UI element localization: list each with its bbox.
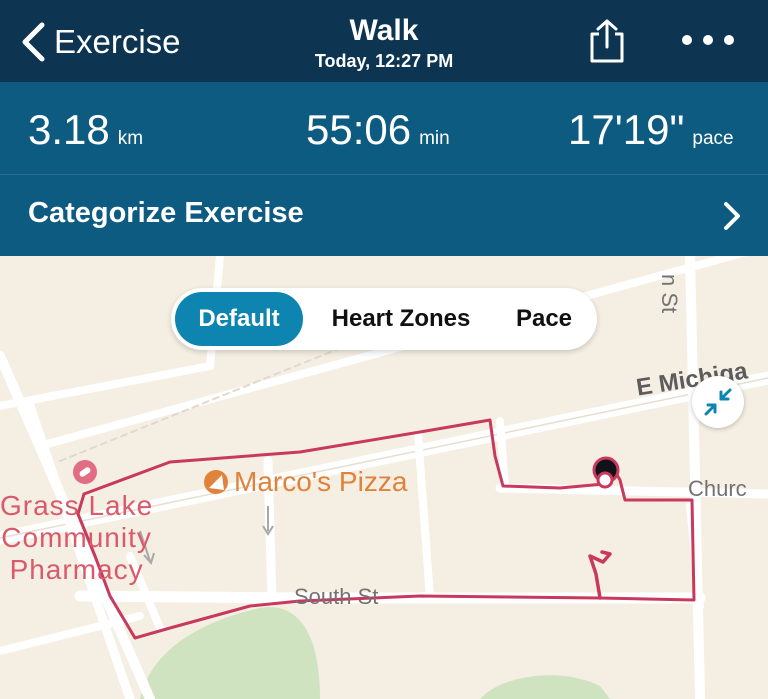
page-subtitle: Today, 12:27 PM: [314, 51, 454, 71]
collapse-arrows-icon: [704, 388, 732, 416]
distance-value: 3.18: [28, 106, 110, 153]
pace-unit: pace: [692, 128, 734, 149]
page-title: Walk: [349, 14, 419, 47]
pharmacy-label: Grass Lake Community Pharmacy: [0, 490, 153, 586]
share-icon[interactable]: [586, 18, 628, 64]
dot-2: [703, 35, 713, 45]
categorize-exercise-label: Categorize Exercise: [28, 197, 304, 229]
categorize-exercise-row[interactable]: Categorize Exercise: [0, 175, 768, 256]
pizza-pin-icon: [204, 470, 228, 494]
pizza-label: Marco's Pizza: [234, 466, 408, 497]
pace-value: 17'19": [568, 106, 685, 153]
pharmacy-pin-icon: [73, 460, 97, 484]
tab-pace[interactable]: Pace: [497, 292, 591, 346]
route-map[interactable]: Grass Lake Community Pharmacy Marco's Pi…: [0, 256, 768, 699]
tab-default[interactable]: Default: [175, 292, 303, 346]
distance-stat: 3.18 km: [28, 106, 143, 154]
south-st-label: South St: [294, 584, 379, 609]
distance-unit: km: [117, 128, 144, 149]
collapse-map-button[interactable]: [692, 376, 744, 428]
map-mode-segmented-control: Default Heart Zones Pace: [171, 288, 597, 350]
route-start-marker: [596, 471, 614, 489]
stats-panel: 3.18 km 55:06 min 17'19" pace Categorize…: [0, 82, 768, 256]
church-label: Churc: [688, 476, 747, 501]
pharmacy-line-1: Grass Lake: [0, 490, 154, 521]
dot-3: [724, 35, 734, 45]
duration-value: 55:06: [306, 106, 412, 153]
n-st-label: n St: [657, 274, 682, 314]
duration-unit: min: [419, 128, 450, 149]
tab-heart-zones[interactable]: Heart Zones: [309, 292, 493, 346]
navigation-bar: Exercise Walk Today, 12:27 PM: [0, 0, 768, 82]
pharmacy-line-2: Community: [1, 522, 152, 553]
more-options-icon[interactable]: [682, 30, 734, 50]
duration-stat: 55:06 min: [306, 106, 450, 154]
dot-1: [682, 35, 692, 45]
pharmacy-line-3: Pharmacy: [9, 554, 144, 585]
chevron-right-icon: [724, 202, 740, 230]
pace-stat: 17'19" pace: [568, 106, 734, 154]
